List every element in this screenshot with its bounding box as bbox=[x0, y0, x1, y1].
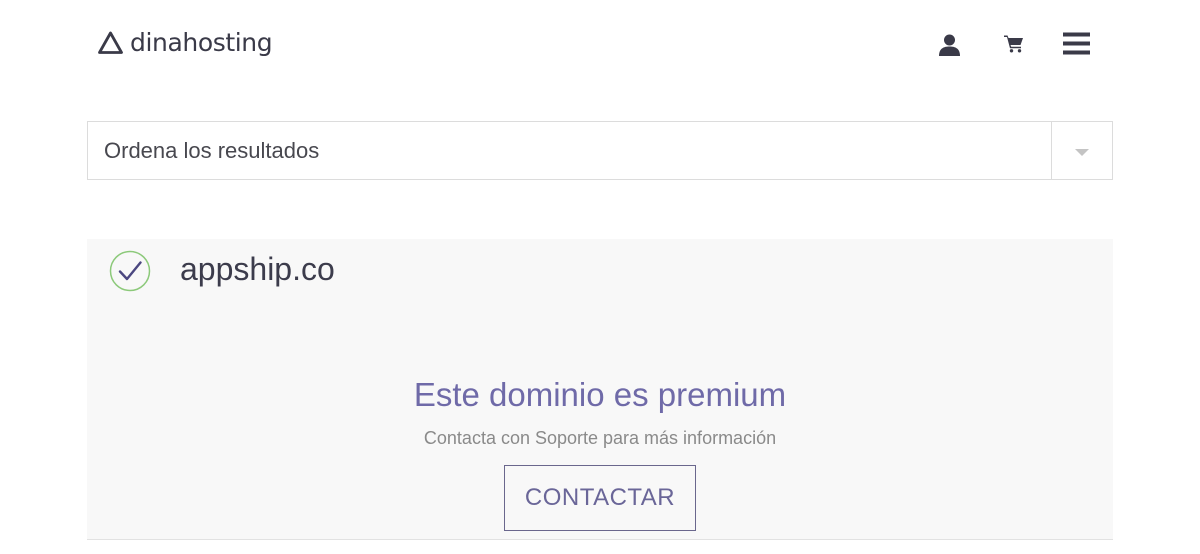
domain-name: appship.co bbox=[180, 251, 335, 287]
domain-result-card: appship.co Este dominio es premium Conta… bbox=[87, 239, 1113, 540]
check-circle-icon bbox=[109, 250, 151, 292]
logo-icon bbox=[98, 31, 123, 54]
chevron-down-icon bbox=[1075, 149, 1089, 156]
menu-icon[interactable] bbox=[1063, 32, 1090, 55]
select-divider bbox=[1051, 122, 1052, 179]
premium-title: Este dominio es premium bbox=[413, 376, 787, 413]
logo[interactable]: dinahosting bbox=[97, 28, 273, 57]
sort-label: Ordena los resultados bbox=[104, 138, 320, 163]
sort-select[interactable]: Ordena los resultados bbox=[87, 121, 1113, 180]
cart-icon[interactable] bbox=[1004, 34, 1024, 53]
logo-text: dinahosting bbox=[130, 28, 273, 57]
contact-button[interactable]: CONTACTAR bbox=[504, 465, 696, 531]
premium-subtitle: Contacta con Soporte para más informació… bbox=[423, 428, 777, 448]
user-icon[interactable] bbox=[938, 33, 961, 56]
